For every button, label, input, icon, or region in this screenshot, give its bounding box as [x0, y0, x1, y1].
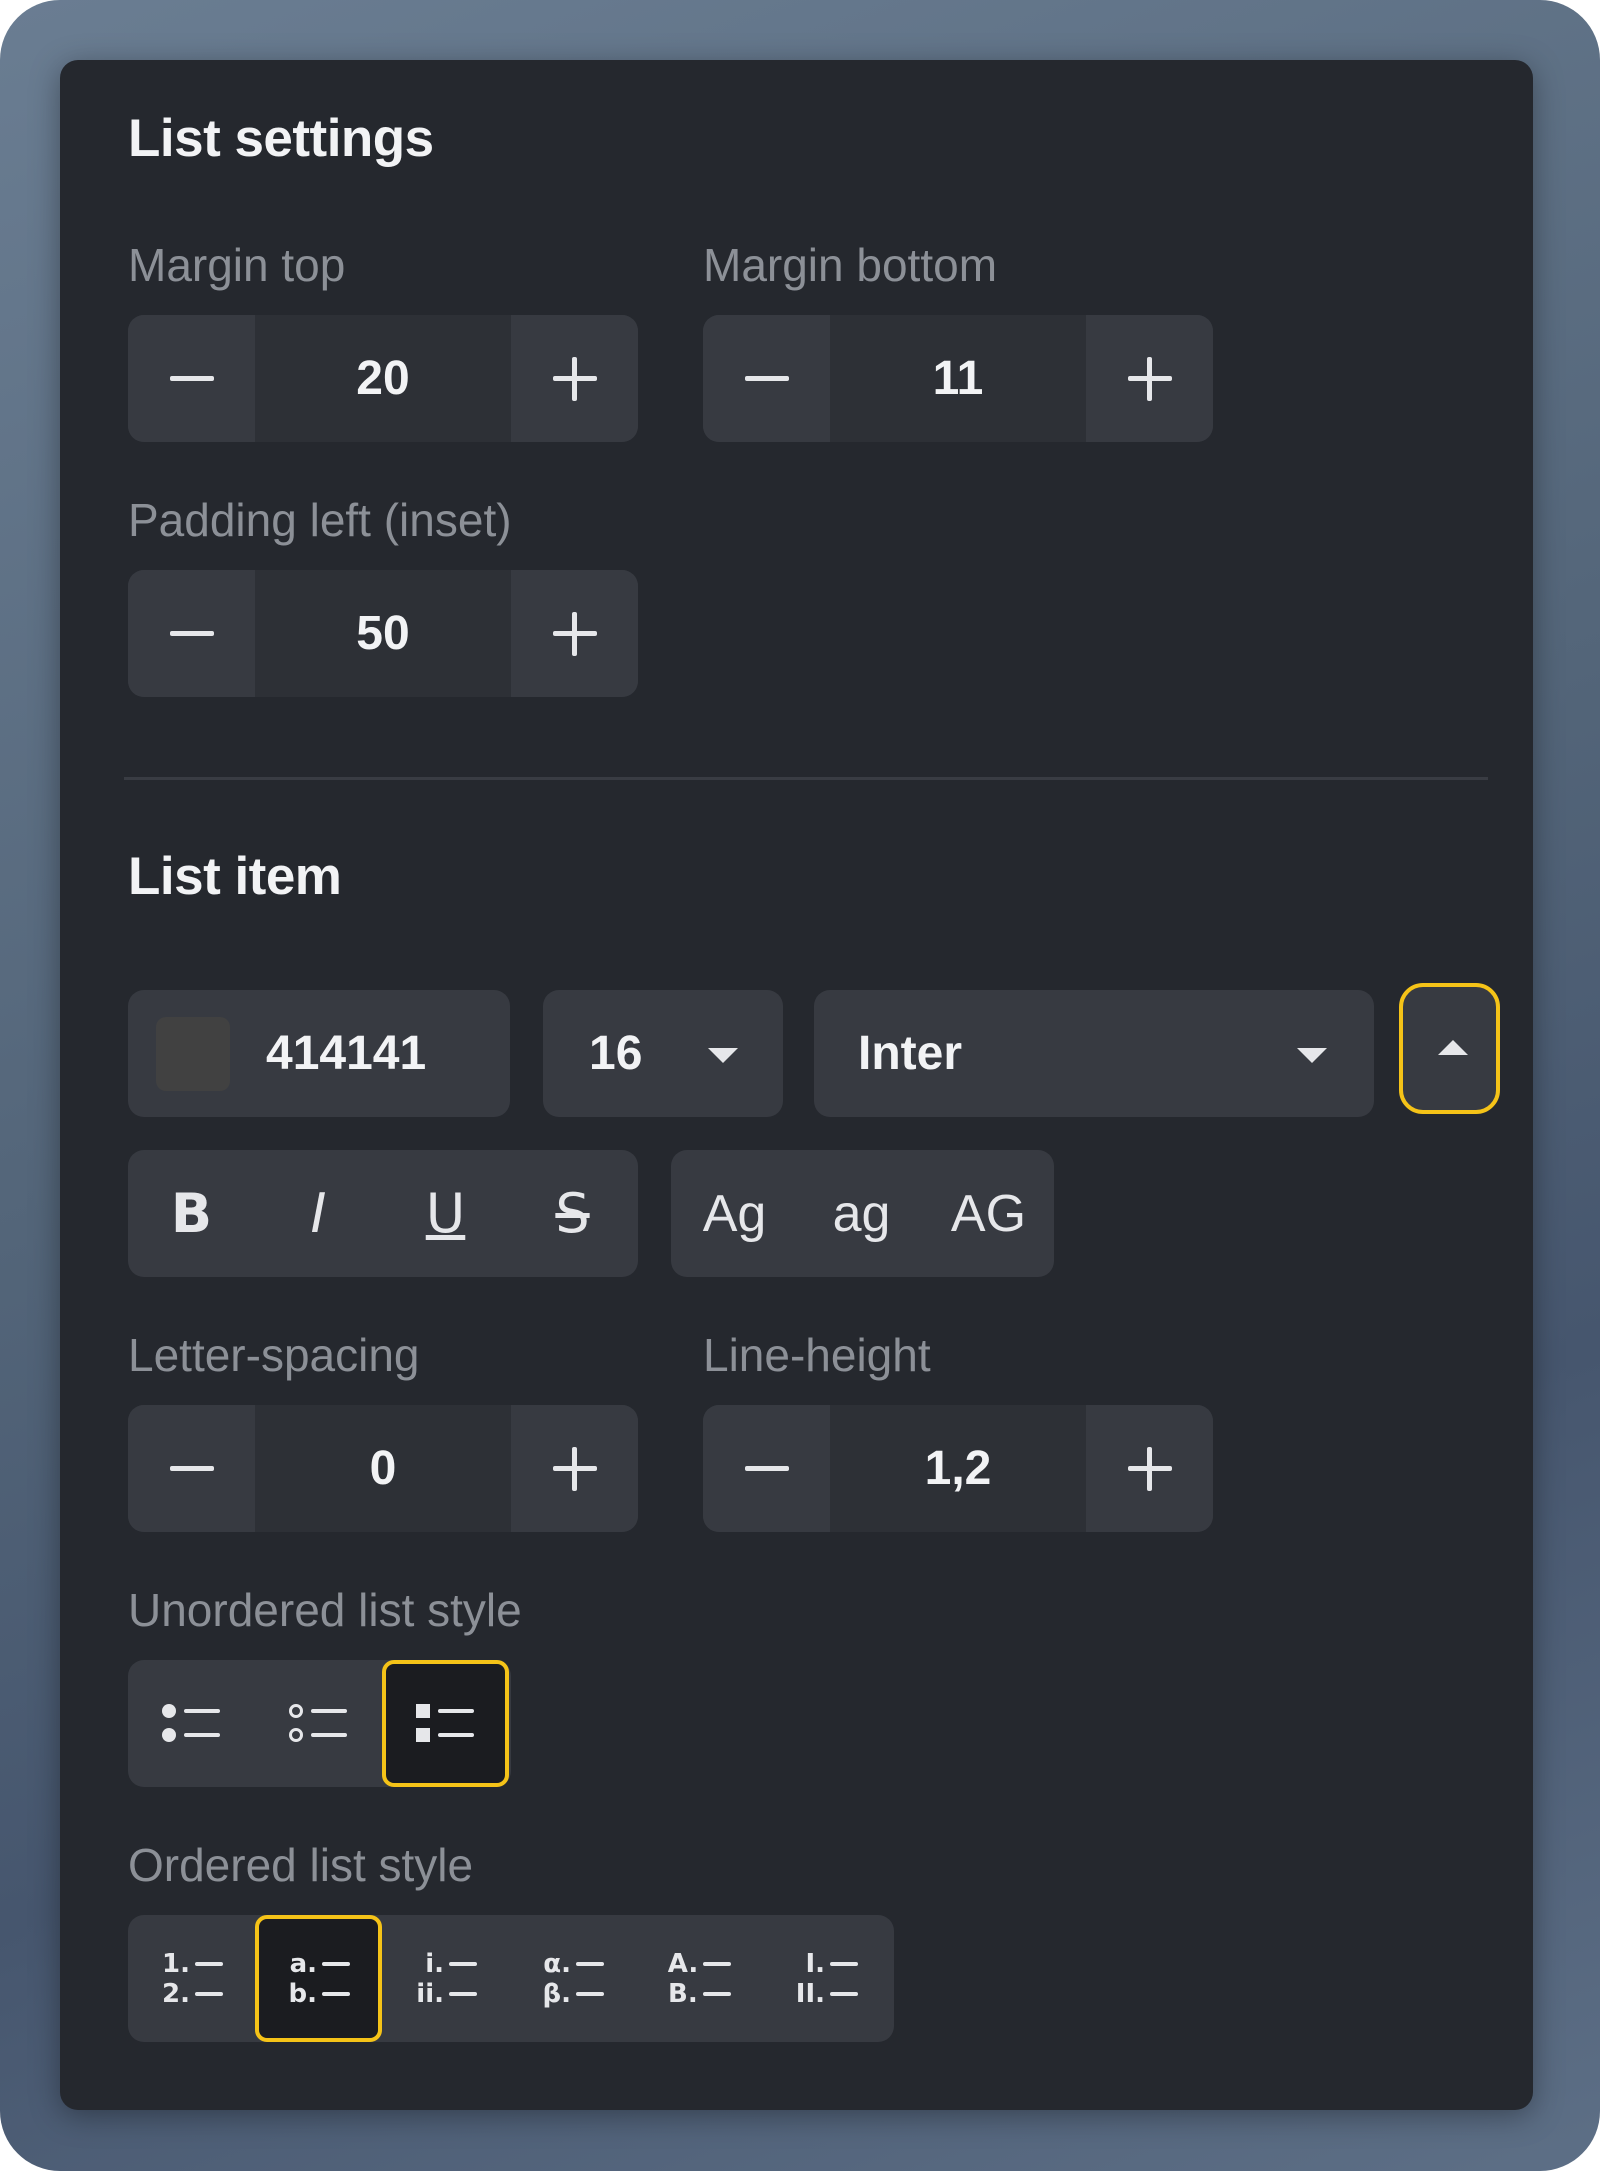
ordered-style-marker: A.	[667, 1948, 699, 1979]
margin-bottom-stepper: 11	[703, 315, 1213, 442]
ordered-style-marker: 1.	[162, 1948, 190, 1979]
padding-left-value[interactable]: 50	[255, 570, 511, 697]
ordered-style-line	[576, 1991, 604, 1996]
ordered-style-marker: b.	[288, 1978, 318, 2009]
section-divider	[124, 777, 1488, 780]
letter-spacing-decrement-button[interactable]	[128, 1405, 255, 1532]
padding-left-stepper: 50	[128, 570, 638, 697]
capitalize-button[interactable]: Ag	[671, 1150, 798, 1277]
plus-icon	[552, 356, 597, 401]
lowercase-button[interactable]: ag	[798, 1150, 925, 1277]
ordered-style-marker: B.	[668, 1978, 698, 2009]
ordered-style-option[interactable]: I. II.	[763, 1915, 890, 2042]
ordered-style-line	[449, 1961, 477, 1966]
font-family-select[interactable]: Inter	[814, 990, 1374, 1117]
ordered-list-style-label: Ordered list style	[128, 1839, 474, 1891]
ordered-style-marker: 2.	[162, 1978, 190, 2009]
ordered-style-marker: α.	[543, 1948, 571, 1979]
plus-icon	[552, 611, 597, 656]
unordered-list-style-label: Unordered list style	[128, 1584, 522, 1636]
filled-circle-bullets-icon[interactable]	[128, 1660, 255, 1787]
font-size-select[interactable]: 16	[543, 990, 783, 1117]
ordered-style-marker: I.	[805, 1948, 825, 1979]
padding-left-label: Padding left (inset)	[128, 494, 512, 546]
color-hex-value[interactable]: 414141	[266, 1026, 426, 1081]
ordered-style-option[interactable]: 1. 2.	[128, 1915, 255, 2042]
unordered-list-style-group	[128, 1660, 511, 1787]
ordered-style-option[interactable]: a. b.	[255, 1915, 382, 2042]
line-height-increment-button[interactable]	[1086, 1405, 1213, 1532]
ordered-style-marker: i.	[425, 1948, 444, 1979]
margin-top-increment-button[interactable]	[511, 315, 638, 442]
collapse-button[interactable]	[1399, 983, 1500, 1114]
chevron-down-icon	[1297, 1048, 1327, 1063]
margin-bottom-decrement-button[interactable]	[703, 315, 830, 442]
ordered-style-marker: II.	[795, 1978, 825, 2009]
ordered-style-line	[322, 1991, 350, 1996]
line-height-value[interactable]: 1,2	[830, 1405, 1086, 1532]
minus-icon	[169, 376, 214, 381]
minus-icon	[744, 376, 789, 381]
padding-left-increment-button[interactable]	[511, 570, 638, 697]
minus-icon	[169, 631, 214, 636]
margin-top-value[interactable]: 20	[255, 315, 511, 442]
margin-bottom-increment-button[interactable]	[1086, 315, 1213, 442]
ordered-style-marker: β.	[542, 1978, 572, 2009]
margin-bottom-value[interactable]: 11	[830, 315, 1086, 442]
list-settings-panel: List settings Margin top 20 Margin botto…	[60, 60, 1533, 2110]
minus-icon	[744, 1466, 789, 1471]
minus-icon	[169, 1466, 214, 1471]
ordered-style-line	[195, 1961, 223, 1966]
ordered-style-option[interactable]: A. B.	[636, 1915, 763, 2042]
ordered-style-line	[702, 1991, 731, 1996]
square-bullets-icon[interactable]	[382, 1660, 509, 1787]
margin-top-label: Margin top	[128, 239, 346, 291]
list-settings-title: List settings	[128, 109, 434, 168]
strikethrough-button[interactable]: S	[509, 1150, 636, 1277]
ordered-style-option[interactable]: i. ii.	[382, 1915, 509, 2042]
hollow-circle-bullets-icon[interactable]	[255, 1660, 382, 1787]
italic-button[interactable]: I	[255, 1150, 382, 1277]
font-size-value: 16	[589, 1027, 643, 1080]
letter-spacing-increment-button[interactable]	[511, 1405, 638, 1532]
text-format-group: B I U S	[128, 1150, 638, 1277]
plus-icon	[552, 1446, 597, 1491]
ordered-style-line	[322, 1961, 350, 1966]
ordered-style-option[interactable]: α. β.	[509, 1915, 636, 2042]
font-family-value: Inter	[858, 1027, 963, 1080]
ordered-style-line	[830, 1961, 858, 1966]
bold-button[interactable]: B	[128, 1150, 255, 1277]
ordered-style-marker: ii.	[416, 1978, 444, 2009]
letter-spacing-value[interactable]: 0	[255, 1405, 511, 1532]
padding-left-decrement-button[interactable]	[128, 570, 255, 697]
chevron-down-icon	[708, 1048, 738, 1063]
line-height-decrement-button[interactable]	[703, 1405, 830, 1532]
plus-icon	[1127, 1446, 1172, 1491]
plus-icon	[1127, 356, 1172, 401]
margin-top-stepper: 20	[128, 315, 638, 442]
line-height-label: Line-height	[703, 1329, 931, 1381]
ordered-style-line	[195, 1991, 223, 1996]
color-swatch[interactable]	[156, 1017, 230, 1091]
color-field[interactable]: 414141	[128, 990, 510, 1117]
underline-button[interactable]: U	[382, 1150, 509, 1277]
ordered-list-style-group: 1. 2. a. b. i. ii. α. β. A. B. I. II.	[128, 1915, 894, 2042]
list-item-title: List item	[128, 847, 342, 906]
ordered-style-line	[703, 1961, 732, 1966]
window-frame: List settings Margin top 20 Margin botto…	[0, 0, 1600, 2171]
ordered-style-marker: a.	[289, 1948, 317, 1979]
margin-top-decrement-button[interactable]	[128, 315, 255, 442]
letter-spacing-stepper: 0	[128, 1405, 638, 1532]
text-case-group: Ag ag AG	[671, 1150, 1054, 1277]
margin-bottom-label: Margin bottom	[703, 239, 998, 291]
letter-spacing-label: Letter-spacing	[128, 1329, 420, 1381]
uppercase-button[interactable]: AG	[925, 1150, 1052, 1277]
ordered-style-line	[830, 1991, 858, 1996]
line-height-stepper: 1,2	[703, 1405, 1213, 1532]
ordered-style-line	[449, 1991, 477, 1996]
ordered-style-line	[576, 1961, 604, 1966]
chevron-up-icon	[1438, 1040, 1468, 1055]
